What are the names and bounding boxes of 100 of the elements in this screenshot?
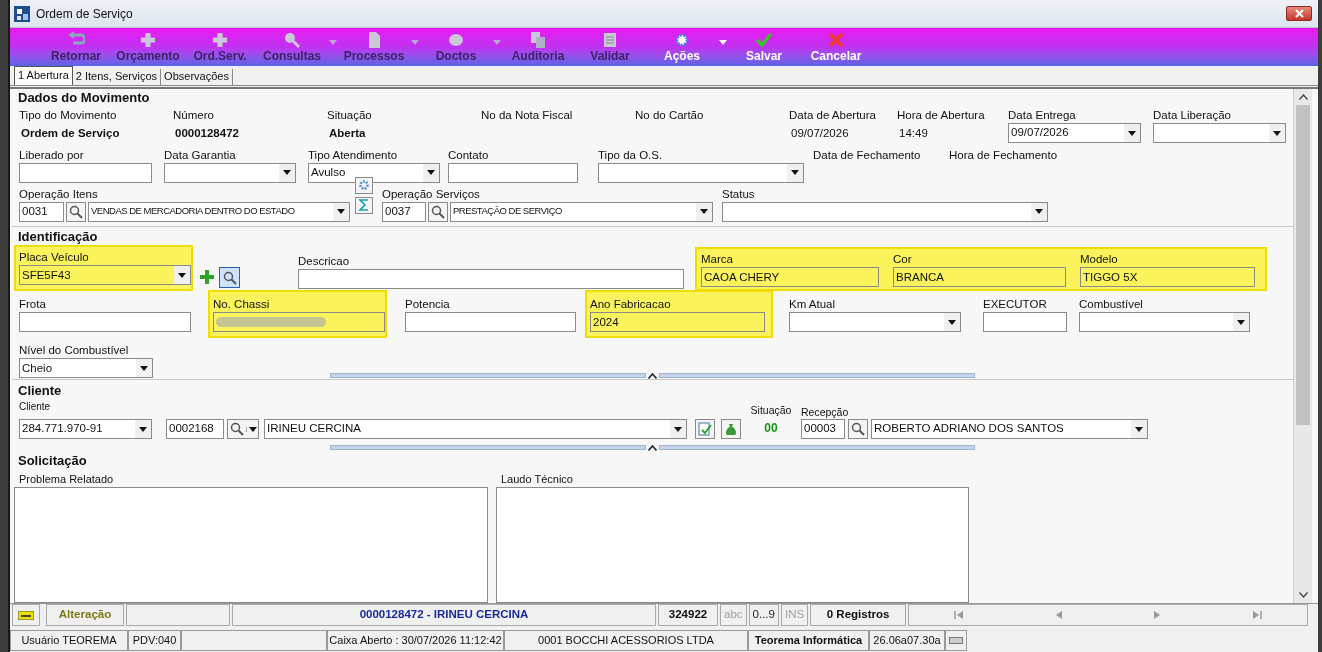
dropdown-field[interactable] [1153, 123, 1286, 143]
app-icon [14, 5, 30, 22]
status-value: 00 [764, 420, 778, 438]
caret-icon [1236, 318, 1246, 326]
input-field[interactable]: 0037 [382, 201, 426, 222]
input-field[interactable] [19, 312, 191, 333]
input-field[interactable]: 00003 [801, 419, 845, 440]
caret-icon [329, 39, 337, 45]
caret-icon [248, 426, 257, 432]
toolbar-button[interactable]: Salvar [728, 28, 800, 66]
close-icon [1294, 9, 1304, 18]
keyboard-icon [949, 637, 963, 644]
dropdown-field[interactable] [164, 162, 296, 183]
search-button[interactable] [227, 419, 259, 440]
gear-icon [358, 179, 370, 192]
dropdown-field[interactable] [789, 312, 961, 333]
tab[interactable]: 2 Itens, Serviços [72, 69, 162, 85]
dropdown-field[interactable] [1079, 312, 1250, 333]
caret-icon [1127, 129, 1137, 137]
indicator: abc [720, 604, 747, 626]
caret-icon [673, 425, 683, 433]
splitter-handle[interactable] [659, 373, 975, 379]
field-label: Ano Fabricacao [590, 297, 672, 313]
field-label: EXECUTOR [983, 297, 1048, 313]
dropdown-field[interactable]: IRINEU CERCINA [264, 419, 687, 440]
caret-icon [177, 271, 187, 279]
search-button[interactable] [219, 267, 240, 289]
mode-button[interactable] [12, 604, 40, 626]
input-field[interactable]: CAOA CHERY [701, 267, 879, 288]
input-field[interactable]: BRANCA [893, 267, 1066, 288]
field-label: Data Entrega [1008, 108, 1077, 123]
caret-icon [411, 39, 419, 45]
field-label: Descricao [298, 254, 351, 270]
splitter-handle[interactable] [659, 445, 975, 450]
field-label: No do Cartão [635, 108, 705, 123]
input-field[interactable] [19, 162, 152, 183]
dropdown-field[interactable]: PRESTAÇÃO DE SERVIÇO [450, 201, 713, 222]
dropdown-field[interactable]: 284.771.970-91 [19, 419, 152, 440]
dropdown-field[interactable]: ROBERTO ADRIANO DOS SANTOS [871, 419, 1148, 440]
section-title: Identificação [17, 229, 99, 246]
field-label: Data Liberação [1153, 108, 1232, 123]
input-field[interactable]: 0002168 [166, 419, 224, 440]
input-field[interactable]: 2024 [590, 312, 765, 333]
splitter-handle[interactable] [330, 445, 646, 450]
sigma-icon [358, 199, 370, 212]
search-button[interactable] [848, 419, 868, 440]
toolbar-button[interactable]: Ações [646, 28, 728, 66]
close-button[interactable] [1286, 6, 1312, 21]
caret-icon [139, 364, 149, 372]
mode-label: Alteração [46, 604, 124, 626]
window-title: Ordem de Serviço [36, 5, 133, 23]
record-count: 0 Registros [810, 604, 907, 626]
edit-button[interactable] [695, 419, 715, 440]
dropdown-field[interactable]: VENDAS DE MERCADORIA DENTRO DO ESTADO [88, 201, 350, 222]
tab[interactable]: Observações [161, 69, 233, 85]
input-field[interactable] [448, 162, 578, 183]
field-label: Operação Itens [19, 186, 99, 202]
field-label: Tipo da O.S. [598, 147, 664, 163]
input-field[interactable] [983, 312, 1067, 333]
money-button[interactable] [721, 419, 741, 440]
input-field[interactable] [298, 269, 684, 290]
dropdown-field[interactable]: Avulso [308, 162, 440, 183]
search-icon [222, 270, 237, 285]
field-label: Combustível [1079, 297, 1144, 313]
copy-icon [529, 31, 547, 49]
search-button[interactable] [428, 201, 448, 222]
input-field[interactable]: TIGGO 5X [1080, 267, 1255, 288]
dropdown-field[interactable] [722, 201, 1048, 222]
field-value: Aberta [328, 126, 367, 141]
dropdown-field[interactable]: Cheio [19, 358, 153, 379]
cross-icon [827, 31, 845, 49]
field-label: Número [173, 108, 215, 123]
minus-icon [18, 610, 34, 620]
search-button[interactable] [66, 201, 86, 222]
field-label: No. Chassi [213, 297, 271, 313]
caret-icon [493, 39, 501, 45]
field-value: Ordem de Serviço [20, 126, 121, 141]
tab[interactable]: 1 Abertura [14, 66, 73, 85]
dropdown-field[interactable]: SFE5F43 [19, 265, 191, 286]
splitter-handle[interactable] [330, 373, 646, 379]
field-label: Cliente [19, 401, 52, 414]
status-text: 0001 BOCCHI ACESSORIOS LTDA [504, 630, 748, 651]
dropdown-field[interactable] [598, 162, 804, 183]
text-area[interactable] [496, 487, 969, 603]
field-label: Problema Relatado [18, 472, 115, 487]
input-field[interactable] [405, 312, 576, 333]
input-field[interactable] [213, 312, 385, 333]
scrollbar[interactable] [1293, 89, 1312, 603]
toolbar-button[interactable]: Cancelar [800, 28, 872, 66]
magnifier-icon [283, 31, 301, 49]
field-label: Data de Fechamento [813, 147, 922, 163]
caret-icon [138, 425, 148, 433]
caret-icon [1272, 129, 1282, 137]
status-text: Caixa Aberto : 30/07/2026 11:12:42 [327, 630, 504, 651]
status-text: Usuário TEOREMA [10, 630, 128, 651]
plus-icon [199, 269, 215, 286]
dropdown-field[interactable]: 09/07/2026 [1008, 123, 1141, 143]
field-label: Potencia [405, 297, 451, 313]
sum-button[interactable] [355, 196, 373, 214]
input-field[interactable]: 0031 [19, 201, 64, 222]
